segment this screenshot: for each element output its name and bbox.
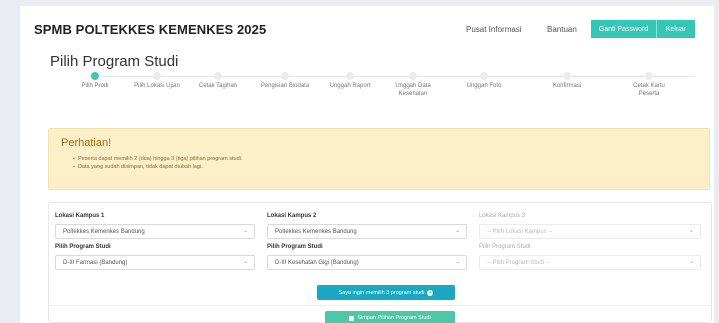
card-divider [49,305,711,306]
prodi-3-select: -- Pilih Program Studi -- ⌄ [479,255,701,270]
step-label: Pengisian Biodata [260,83,310,89]
step-unggah-raport: Unggah Raport [315,70,385,90]
page-container: SPMB POLTEKKES KEMENKES 2025 Pusat Infor… [20,6,714,323]
step-dot-active [91,72,99,80]
alert-title: Perhatian! [61,137,112,149]
chevron-down-icon: ⌄ [454,228,460,234]
top-navbar: SPMB POLTEKKES KEMENKES 2025 Pusat Infor… [20,6,714,48]
chevron-down-icon: ⌄ [242,259,248,265]
choice-column-1: Lokasi Kampus 1 Poltekkes Kemenkes Bandu… [55,213,255,275]
attention-alert: Perhatian! Peserta dapat memilih 2 (dua)… [48,128,710,190]
step-label: Pilih Lokasi Ujian [134,83,180,89]
step-pengisian-biodata: Pengisian Biodata [250,70,320,90]
step-dot [480,72,488,80]
step-dot [645,72,653,80]
prodi-2-value: D-III Kesehatan Gigi (Bandung) [275,259,359,266]
step-dot [281,72,289,80]
prodi-3-value: -- Pilih Program Studi -- [487,259,550,266]
add-third-choice-label: Saya ingin memilih 3 program studi [338,289,425,296]
chevron-down-icon: ⌄ [242,228,248,234]
campus-3-select: -- Pilih Lokasi Kampus -- ⌄ [479,224,701,239]
step-label: Unggah Foto [466,83,502,89]
alert-item: Peserta dapat memilih 2 (dua) hingga 3 (… [73,155,242,163]
step-konfirmasi: Konfirmasi [532,70,602,90]
step-label: Pilih Prodi [81,83,109,89]
step-label: Cetak Kartu [633,83,665,89]
step-label: Unggah Raport [329,83,371,89]
chevron-down-icon: ⌄ [688,259,694,265]
chevron-down-icon: ⌄ [454,259,460,265]
prodi-1-label: Pilih Program Studi [55,244,111,250]
brand-title: SPMB POLTEKKES KEMENKES 2025 [34,22,267,37]
campus-1-label: Lokasi Kampus 1 [55,213,105,219]
alert-item: Data yang sudah disimpan, tidak dapat di… [73,163,242,171]
save-choices-button[interactable]: Simpan Pilihan Program Studi [325,311,455,323]
add-third-choice-button[interactable]: Saya ingin memilih 3 program studi + [317,285,455,300]
logout-button[interactable]: Keluar [657,20,695,38]
nav-help-link[interactable]: Bantuan [547,25,577,34]
step-dot [409,72,417,80]
prodi-form-card: Lokasi Kampus 1 Poltekkes Kemenkes Bandu… [48,202,712,323]
page-title: Pilih Program Studi [50,53,179,70]
progress-stepper: Pilih Prodi Pilih Lokasi Ujian Cetak Tag… [20,70,714,110]
alert-list: Peserta dapat memilih 2 (dua) hingga 3 (… [73,155,242,171]
choice-column-3: Lokasi Kampus 3 -- Pilih Lokasi Kampus -… [479,213,701,275]
step-label-line2: Peserta [638,91,660,97]
campus-2-value: Poltekkes Kemenkes Bandung [275,228,357,235]
step-label-line2: Kesehatan [398,91,428,97]
step-dot [563,72,571,80]
prodi-3-label: Pilih Program Studi [479,244,531,250]
change-password-button[interactable]: Ganti Password [591,20,657,38]
step-dot [346,72,354,80]
account-button-group: Ganti Password Keluar [591,20,695,38]
step-lokasi-ujian: Pilih Lokasi Ujian [122,70,192,90]
save-choices-label: Simpan Pilihan Program Studi [357,315,431,321]
step-unggah-foto: Unggah Foto [449,70,519,90]
step-unggah-kesehatan: Unggah Data Kesehatan [378,70,448,98]
campus-3-value: -- Pilih Lokasi Kampus -- [487,228,553,235]
campus-2-select[interactable]: Poltekkes Kemenkes Bandung ⌄ [267,224,467,239]
save-icon [349,315,355,321]
step-cetak-kartu: Cetak Kartu Peserta [614,70,684,98]
nav-info-link[interactable]: Pusat Informasi [466,25,522,34]
step-label: Unggah Data [395,83,431,89]
step-cetak-tagihan: Cetak Tagihan [183,70,253,90]
step-label: Konfirmasi [552,83,582,89]
campus-1-value: Poltekkes Kemenkes Bandung [63,228,145,235]
prodi-1-select[interactable]: D-III Farmasi (Bandung) ⌄ [55,255,255,270]
step-dot [153,72,161,80]
prodi-2-label: Pilih Program Studi [267,244,323,250]
choice-column-2: Lokasi Kampus 2 Poltekkes Kemenkes Bandu… [267,213,467,275]
campus-2-label: Lokasi Kampus 2 [267,213,317,219]
campus-3-label: Lokasi Kampus 3 [479,213,526,219]
chevron-down-icon: ⌄ [688,228,694,234]
prodi-1-value: D-III Farmasi (Bandung) [63,259,128,266]
step-label: Cetak Tagihan [198,83,238,89]
campus-1-select[interactable]: Poltekkes Kemenkes Bandung ⌄ [55,224,255,239]
prodi-2-select[interactable]: D-III Kesehatan Gigi (Bandung) ⌄ [267,255,467,270]
plus-circle-icon: + [427,289,434,296]
step-dot [214,72,222,80]
step-pilih-prodi: Pilih Prodi [60,70,130,90]
